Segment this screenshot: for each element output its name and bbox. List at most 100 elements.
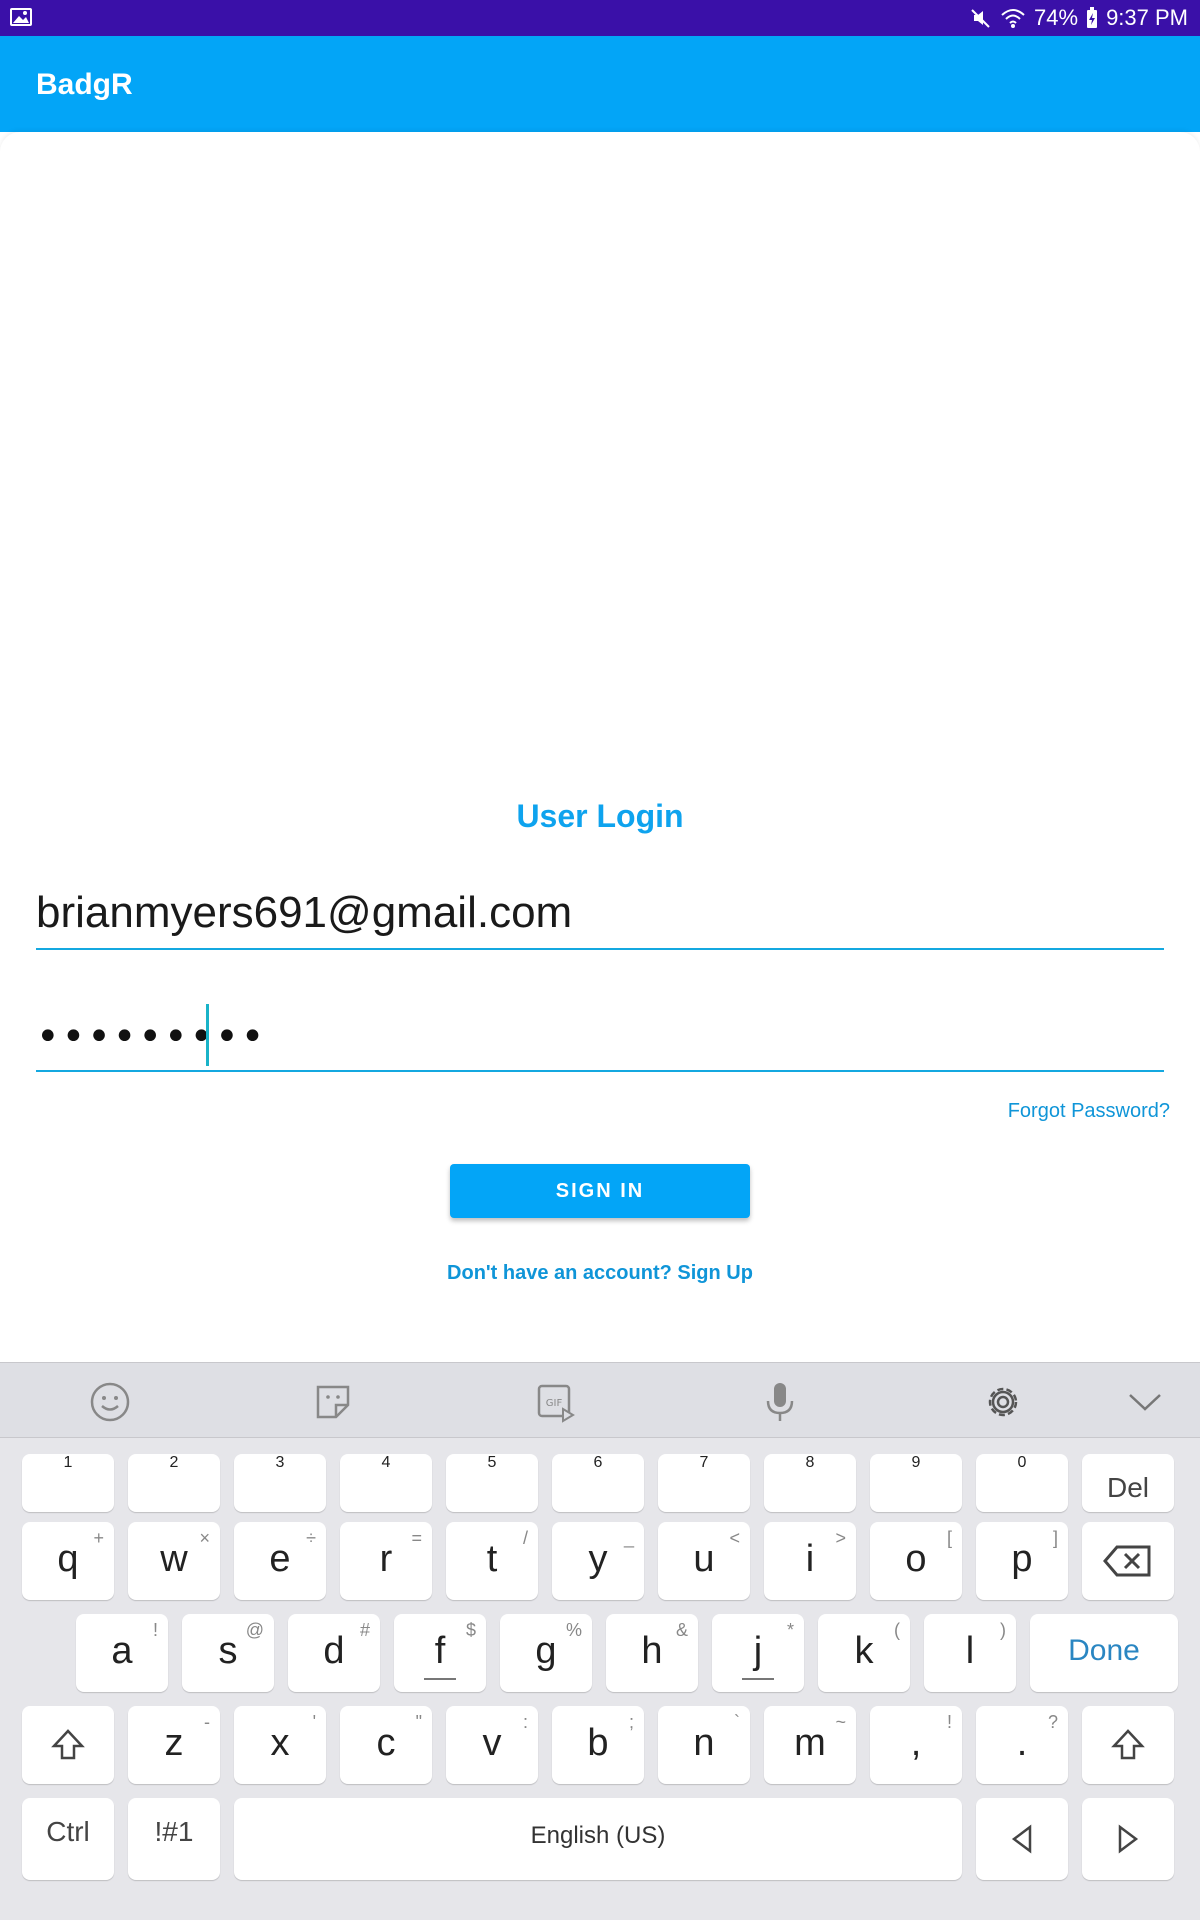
key-t[interactable]: t / [446,1522,538,1600]
key-s[interactable]: s @ [182,1614,274,1692]
key-alt-symbol: [ [946,1528,952,1548]
key-p[interactable]: p] [976,1522,1068,1600]
password-field[interactable]: ••••••••• [36,1000,1164,1072]
collapse-icon[interactable] [1124,1381,1166,1423]
key-a[interactable]: a! [76,1614,168,1692]
forgot-password-link[interactable]: Forgot Password? [1008,1100,1170,1123]
emoji-icon[interactable] [89,1381,131,1423]
key-alt-symbol: = [411,1528,422,1548]
sign-in-button[interactable]: SIGN IN [450,1164,750,1218]
key-i[interactable]: i > [764,1522,856,1600]
key-u[interactable]: u < [658,1522,750,1600]
key-e[interactable]: e ÷ [234,1522,326,1600]
key-label: 9 [911,1454,921,1471]
login-title: User Login [516,798,684,834]
shift-icon [1111,1729,1145,1760]
key-8[interactable]: 8 [764,1454,856,1512]
cursor-right-key[interactable] [1082,1798,1174,1880]
battery-percent: 74% [1034,5,1079,30]
key-alt-symbol: ! [152,1620,158,1640]
key-alt-symbol: > [835,1528,846,1548]
key-f[interactable]: f $ [394,1614,486,1692]
space-key[interactable]: English (US) [234,1798,962,1880]
key-alt-symbol: : [522,1712,528,1732]
password-value: ••••••••• [36,1014,267,1060]
key-label: 2 [169,1454,179,1471]
key-k[interactable]: k( [818,1614,910,1692]
home-key-mark [742,1678,774,1680]
key-label: Ctrl [46,1816,90,1847]
key-alt-symbol: ' [312,1712,316,1732]
key-m[interactable]: m ~ [764,1706,856,1784]
shift-key-right[interactable] [1082,1706,1174,1784]
key-d[interactable]: d # [288,1614,380,1692]
key-x[interactable]: x ' [234,1706,326,1784]
key-y[interactable]: y _ [552,1522,644,1600]
key-alt-symbol: ~ [835,1712,846,1732]
home-key-mark [424,1678,456,1680]
backspace-key[interactable] [1082,1522,1174,1600]
key-2[interactable]: 2 [128,1454,220,1512]
key-w[interactable]: w × [128,1522,220,1600]
key-label: 6 [593,1454,603,1471]
key-alt-symbol: ; [628,1712,634,1732]
key-b[interactable]: b; [552,1706,644,1784]
gif-icon[interactable]: GIF [535,1381,577,1423]
battery-icon [1087,7,1098,28]
clock: 9:37 PM [1106,5,1188,30]
key-h[interactable]: h & [606,1614,698,1692]
settings-icon[interactable] [982,1381,1024,1423]
key-comma[interactable]: ,! [870,1706,962,1784]
microphone-icon[interactable] [759,1381,801,1423]
key-3[interactable]: 3 [234,1454,326,1512]
key-label: 4 [381,1454,391,1471]
del-key[interactable]: Del [1082,1454,1174,1512]
key-label: 3 [275,1454,285,1471]
key-7[interactable]: 7 [658,1454,750,1512]
arrow-left-icon [1011,1824,1032,1854]
key-g[interactable]: g% [500,1614,592,1692]
key-alt-symbol: < [729,1528,740,1548]
key-n[interactable]: n ` [658,1706,750,1784]
keyboard: GIF 1 2 3 4 5 6 7 8 9 0 Del q + w × e ÷ r = t / y _ u < i > o[p] a! s… [0,1362,1200,1920]
key-alt-symbol: ? [1047,1712,1058,1732]
email-field[interactable]: brianmyers691@gmail.com [36,880,1164,950]
done-key[interactable]: Done [1030,1614,1178,1692]
key-label: 8 [805,1454,815,1471]
key-alt-symbol: _ [623,1528,634,1548]
key-r[interactable]: r = [340,1522,432,1600]
key-alt-symbol: $ [465,1620,476,1640]
key-9[interactable]: 9 [870,1454,962,1512]
key-z[interactable]: z- [128,1706,220,1784]
key-v[interactable]: v: [446,1706,538,1784]
key-alt-symbol: ! [946,1712,952,1732]
key-label: 0 [1017,1454,1027,1471]
sign-up-link[interactable]: Don't have an account? Sign Up [0,1262,1200,1285]
key-1[interactable]: 1 [22,1454,114,1512]
key-0[interactable]: 0 [976,1454,1068,1512]
key-4[interactable]: 4 [340,1454,432,1512]
key-label: 5 [487,1454,497,1471]
ctrl-key[interactable]: Ctrl [22,1798,114,1880]
key-o[interactable]: o[ [870,1522,962,1600]
key-label: Del [1106,1472,1149,1503]
key-l[interactable]: l) [924,1614,1016,1692]
status-right: 74% 9:37 PM [970,0,1188,36]
symbols-key[interactable]: !#1 [128,1798,220,1880]
key-q[interactable]: q + [22,1522,114,1600]
app-bar: BadgR [0,36,1200,132]
cursor-left-key[interactable] [976,1798,1068,1880]
key-alt-symbol: ( [894,1620,900,1640]
key-j[interactable]: j * [712,1614,804,1692]
svg-text:GIF: GIF [546,1398,563,1409]
sticker-icon[interactable] [312,1381,354,1423]
shift-key-left[interactable] [22,1706,114,1784]
key-5[interactable]: 5 [446,1454,538,1512]
status-bar: 74% 9:37 PM [0,0,1200,36]
arrow-right-icon [1118,1824,1139,1854]
key-6[interactable]: 6 [552,1454,644,1512]
key-period[interactable]: .? [976,1706,1068,1784]
key-c[interactable]: c " [340,1706,432,1784]
email-value: brianmyers691@gmail.com [36,888,573,937]
key-label: 7 [699,1454,709,1471]
